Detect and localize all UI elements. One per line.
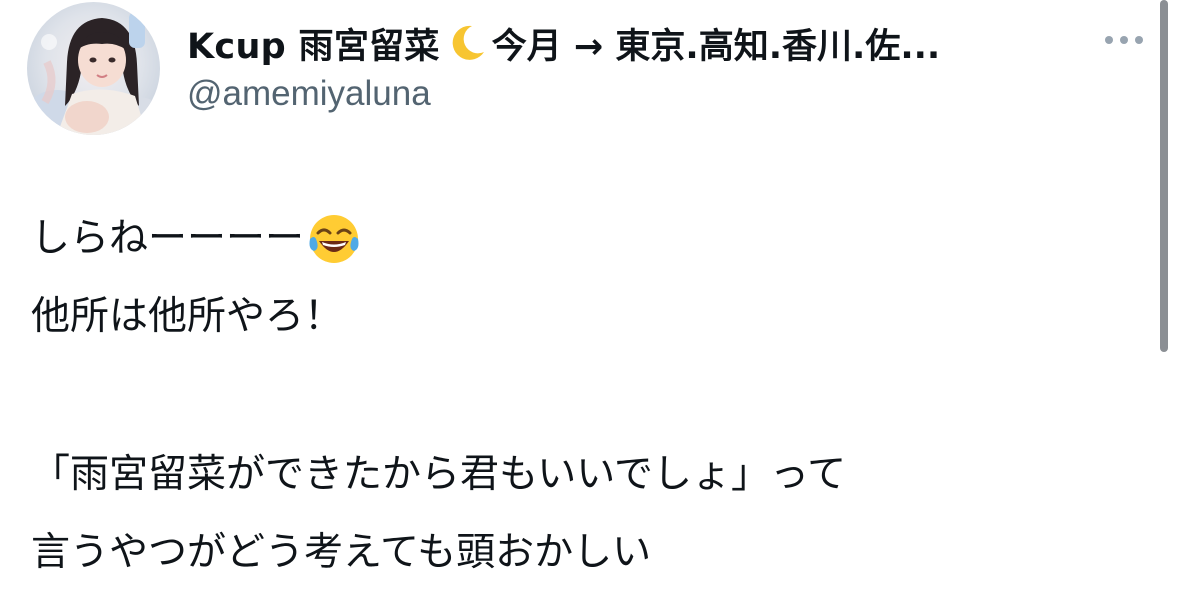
display-name[interactable]: Kcup 雨宮留菜	[187, 18, 440, 69]
user-handle[interactable]: @amemiyaluna	[187, 74, 431, 114]
more-icon	[1105, 36, 1143, 44]
tweet-line-text: しらねーーーー	[31, 216, 305, 261]
scrollbar[interactable]	[1160, 0, 1168, 352]
crescent-moon-icon	[446, 22, 488, 64]
display-name-row[interactable]: Kcup 雨宮留菜 今月 → 東京.高知.香川.佐...	[187, 12, 1067, 74]
avatar[interactable]	[27, 2, 160, 135]
tears-of-joy-icon	[306, 211, 362, 267]
tweet-line: 言うやつがどう考えても頭おかしい	[31, 514, 1141, 592]
tweet-line: 「雨宮留菜ができたから君もいいでしょ」って	[31, 436, 1141, 514]
display-name-suffix[interactable]: 今月 → 東京.高知.香川.佐...	[492, 18, 940, 69]
tweet-line-text: 言うやつがどう考えても頭おかしい	[31, 530, 652, 575]
tweet-header: Kcup 雨宮留菜 今月 → 東京.高知.香川.佐... @amemiyalun…	[0, 0, 1179, 150]
tweet-line-text: 「雨宮留菜ができたから君もいいでしょ」って	[31, 452, 847, 497]
more-button[interactable]	[1096, 22, 1152, 58]
tweet-line: 他所は他所やろ！	[31, 278, 1141, 356]
tweet-line: しらねーーーー	[31, 200, 1141, 278]
tweet-text: しらねーーーー 他所は他所やろ！ 「雨宮留菜ができたから君もいいでしょ」って 言…	[31, 200, 1141, 592]
tweet-line-text: 他所は他所やろ！	[31, 294, 344, 339]
